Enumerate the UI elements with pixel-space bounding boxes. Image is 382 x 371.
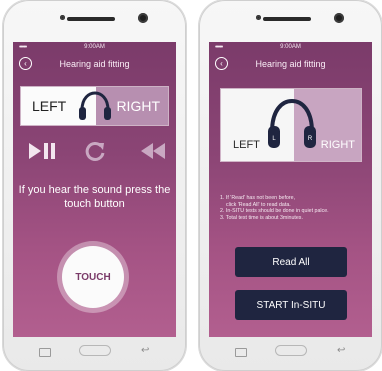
nav-bar: ↩ (209, 343, 372, 363)
screen-insitu-setup: ••••• 9:00AM ‹ Hearing aid fitting LEFT … (209, 42, 372, 337)
home-button[interactable] (275, 345, 307, 356)
phone-right: ••••• 9:00AM ‹ Hearing aid fitting LEFT … (199, 0, 382, 371)
sensor-dot (60, 15, 65, 20)
instructions-list: 1. If 'Read' has not been before, click … (220, 195, 370, 221)
recent-apps-icon[interactable] (235, 348, 247, 357)
instruction-text: If you hear the sound press the touch bu… (18, 184, 171, 210)
note-line: 1. If 'Read' has not been before, (220, 195, 296, 201)
play-pause-icon (29, 143, 55, 159)
signal-indicator: ••••• (19, 44, 27, 51)
note-line: click 'Read All' to read data. (226, 201, 291, 208)
screen-hearing-test: ••••• 9:00AM ‹ Hearing aid fitting LEFT … (13, 42, 176, 337)
sensor-dot (256, 15, 261, 20)
status-bar: ••••• 9:00AM (13, 44, 176, 54)
app-title: Hearing aid fitting (255, 59, 326, 69)
phone-left: ••••• 9:00AM ‹ Hearing aid fitting LEFT … (3, 0, 186, 371)
play-pause-button[interactable] (25, 140, 61, 162)
nav-back-icon[interactable]: ↩ (141, 345, 149, 356)
start-insitu-button[interactable]: START In-SITU (235, 290, 347, 320)
replay-icon (85, 141, 105, 161)
app-bar: ‹ Hearing aid fitting (209, 54, 372, 76)
status-time: 9:00AM (84, 44, 105, 50)
earpiece-speaker (263, 17, 311, 21)
headphone-right-mark: R (308, 136, 313, 142)
recent-apps-icon[interactable] (39, 348, 51, 357)
front-camera (334, 13, 344, 23)
headphones-icon (79, 91, 111, 120)
read-all-button[interactable]: Read All (235, 247, 347, 277)
nav-bar: ↩ (13, 343, 176, 363)
nav-back-icon[interactable]: ↩ (337, 345, 345, 356)
rewind-button[interactable] (138, 140, 168, 162)
status-time: 9:00AM (280, 44, 301, 50)
home-button[interactable] (79, 345, 111, 356)
app-bar: ‹ Hearing aid fitting (13, 54, 176, 76)
earpiece-speaker (67, 17, 115, 21)
touch-button[interactable]: TOUCH (62, 246, 124, 308)
signal-indicator: ••••• (215, 44, 223, 51)
headphones-icon: L R (268, 98, 316, 148)
replay-button[interactable] (83, 140, 107, 162)
app-title: Hearing aid fitting (59, 59, 130, 69)
front-camera (138, 13, 148, 23)
touch-ring: TOUCH (57, 241, 129, 313)
ear-selector: LEFT RIGHT L R (221, 89, 361, 161)
note-line: 3. Total test time is about 3minutes. (220, 214, 303, 221)
ear-toggle: LEFT RIGHT (21, 87, 168, 125)
status-bar: ••••• 9:00AM (209, 44, 372, 54)
playback-controls (13, 140, 176, 162)
note-line: 2. In-SITU tests should be done in quiet… (220, 208, 329, 215)
rewind-icon (141, 143, 165, 159)
